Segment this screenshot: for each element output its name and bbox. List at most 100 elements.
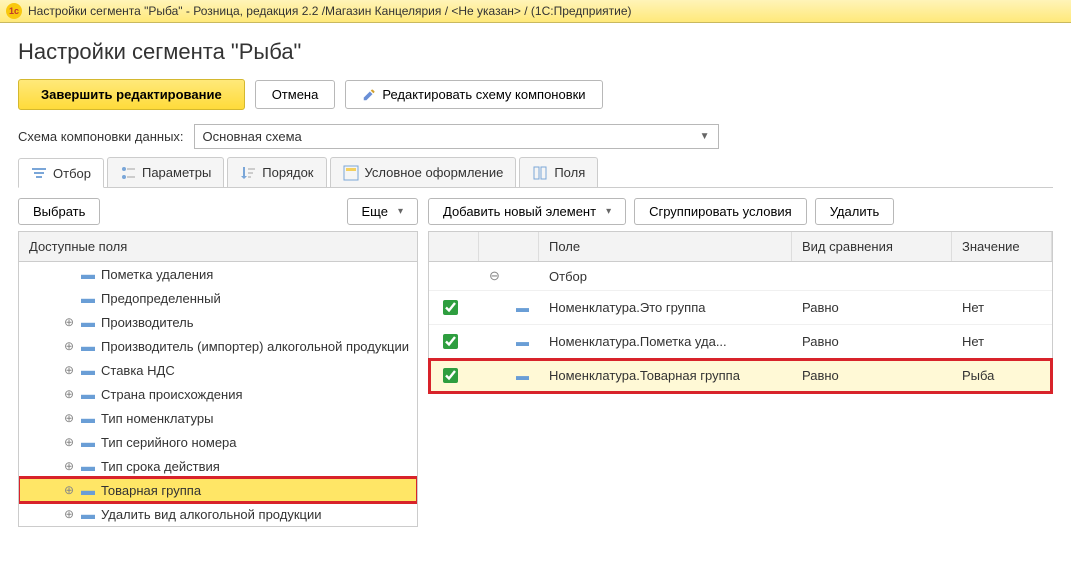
field-icon: ▬ [81, 506, 95, 522]
field-icon: ▬ [81, 410, 95, 426]
filter-root-label: Отбор [539, 263, 792, 290]
field-icon: ▬ [81, 386, 95, 402]
expand-icon[interactable]: ⊕ [63, 484, 75, 496]
field-item[interactable]: ⊕ ▬ Ставка НДС [19, 358, 417, 382]
tab-order[interactable]: Порядок [227, 157, 326, 187]
field-label: Производитель [101, 315, 194, 330]
filter-row-checkbox[interactable] [443, 300, 458, 315]
field-label: Товарная группа [101, 483, 201, 498]
cancel-button[interactable]: Отмена [255, 80, 336, 109]
group-conditions-button[interactable]: Сгруппировать условия [634, 198, 807, 225]
filter-value: Рыба [952, 362, 1052, 389]
page-title: Настройки сегмента "Рыба" [18, 39, 1053, 65]
field-icon: ▬ [516, 334, 529, 349]
col-compare: Вид сравнения [792, 232, 952, 261]
tab-params[interactable]: Параметры [107, 157, 224, 187]
field-label: Ставка НДС [101, 363, 175, 378]
expand-icon[interactable]: ⊕ [63, 412, 75, 424]
expand-icon[interactable]: ⊕ [63, 388, 75, 400]
expand-icon[interactable] [63, 292, 75, 304]
scheme-row: Схема компоновки данных: Основная схема … [18, 124, 1053, 149]
filter-field: Номенклатура.Это группа [539, 294, 792, 321]
tab-fields[interactable]: Поля [519, 157, 598, 187]
col-value: Значение [952, 232, 1052, 261]
expand-icon[interactable]: ⊕ [63, 340, 75, 352]
field-item[interactable]: ⊕ ▬ Тип срока действия [19, 454, 417, 478]
field-label: Удалить вид алкогольной продукции [101, 507, 322, 522]
delete-button[interactable]: Удалить [815, 198, 895, 225]
field-item[interactable]: ⊕ ▬ Товарная группа [19, 478, 417, 502]
filter-compare: Равно [792, 362, 952, 389]
available-fields-header: Доступные поля [19, 232, 417, 262]
expand-icon[interactable]: ⊕ [63, 364, 75, 376]
choose-button[interactable]: Выбрать [18, 198, 100, 225]
tab-cond-format[interactable]: Условное оформление [330, 157, 517, 187]
field-icon: ▬ [81, 266, 95, 282]
filter-compare: Равно [792, 294, 952, 321]
expand-icon[interactable]: ⊕ [63, 460, 75, 472]
field-item[interactable]: ▬ Предопределенный [19, 286, 417, 310]
field-item[interactable]: ⊕ ▬ Производитель (импортер) алкогольной п… [19, 334, 417, 358]
app-logo-icon: 1c [6, 3, 22, 19]
filter-icon [31, 165, 47, 181]
filter-grid-header: Поле Вид сравнения Значение [429, 232, 1052, 262]
expand-icon[interactable] [63, 268, 75, 280]
col-field: Поле [539, 232, 792, 261]
field-item[interactable]: ⊕ ▬ Удалить вид алкогольной продукции [19, 502, 417, 526]
filter-field: Номенклатура.Товарная группа [539, 362, 792, 389]
fields-icon [532, 165, 548, 181]
field-icon: ▬ [81, 338, 95, 354]
edit-scheme-button[interactable]: Редактировать схему компоновки [345, 80, 602, 109]
filter-grid: Поле Вид сравнения Значение ⊖ Отбор ▬ Номен… [428, 231, 1053, 394]
field-label: Тип срока действия [101, 459, 220, 474]
window-titlebar: 1c Настройки сегмента "Рыба" - Розница, … [0, 0, 1071, 23]
field-label: Пометка удаления [101, 267, 213, 282]
cond-format-icon [343, 165, 359, 181]
filter-field: Номенклатура.Пометка уда... [539, 328, 792, 355]
filter-row[interactable]: ▬ Номенклатура.Это группаРавноНет [429, 291, 1052, 325]
filter-value: Нет [952, 328, 1052, 355]
field-icon: ▬ [81, 458, 95, 474]
filter-root-row[interactable]: ⊖ Отбор [429, 262, 1052, 291]
field-item[interactable]: ⊕ ▬ Тип серийного номера [19, 430, 417, 454]
available-fields-grid: Доступные поля ▬ Пометка удаления ▬ Предопр… [18, 231, 418, 527]
scheme-value: Основная схема [203, 129, 302, 144]
field-icon: ▬ [81, 314, 95, 330]
field-item[interactable]: ⊕▬Тип номенклатуры [19, 406, 417, 430]
window-title: Настройки сегмента "Рыба" - Розница, ред… [28, 4, 632, 18]
field-icon: ▬ [81, 482, 95, 498]
edit-icon [362, 88, 376, 102]
finish-editing-button[interactable]: Завершить редактирование [18, 79, 245, 110]
more-button-left[interactable]: Еще [347, 198, 418, 225]
main-toolbar: Завершить редактирование Отмена Редактир… [18, 79, 1053, 110]
params-icon [120, 165, 136, 181]
field-icon: ▬ [81, 362, 95, 378]
field-icon: ▬ [81, 290, 95, 306]
field-label: Страна происхождения [101, 387, 243, 402]
field-item[interactable]: ⊕ ▬ Страна происхождения [19, 382, 417, 406]
field-icon: ▬ [516, 368, 529, 383]
add-element-button[interactable]: Добавить новый элемент [428, 198, 626, 225]
filter-row[interactable]: ▬ Номенклатура.Товарная группаРавноРыба [429, 359, 1052, 393]
tabs-bar: Отбор Параметры Порядок Условное оформле… [18, 157, 1053, 188]
field-label: Тип серийного номера [101, 435, 237, 450]
tab-filter[interactable]: Отбор [18, 158, 104, 188]
filter-row-checkbox[interactable] [443, 334, 458, 349]
filter-row-checkbox[interactable] [443, 368, 458, 383]
chevron-down-icon: ▼ [700, 131, 710, 142]
filter-row[interactable]: ▬ Номенклатура.Пометка уда...РавноНет [429, 325, 1052, 359]
expand-icon[interactable]: ⊕ [63, 316, 75, 328]
field-label: Предопределенный [101, 291, 221, 306]
field-item[interactable]: ▬ Пометка удаления [19, 262, 417, 286]
filter-compare: Равно [792, 328, 952, 355]
field-item[interactable]: ⊕ ▬ Производитель [19, 310, 417, 334]
filter-value: Нет [952, 294, 1052, 321]
expand-icon[interactable]: ⊕ [63, 508, 75, 520]
field-label: Производитель (импортер) алкогольной про… [101, 339, 409, 354]
scheme-select[interactable]: Основная схема ▼ [194, 124, 719, 149]
field-icon: ▬ [81, 434, 95, 450]
expand-icon[interactable]: ⊕ [63, 436, 75, 448]
collapse-icon[interactable]: ⊖ [489, 268, 500, 283]
scheme-label: Схема компоновки данных: [18, 129, 184, 144]
field-icon: ▬ [516, 300, 529, 315]
